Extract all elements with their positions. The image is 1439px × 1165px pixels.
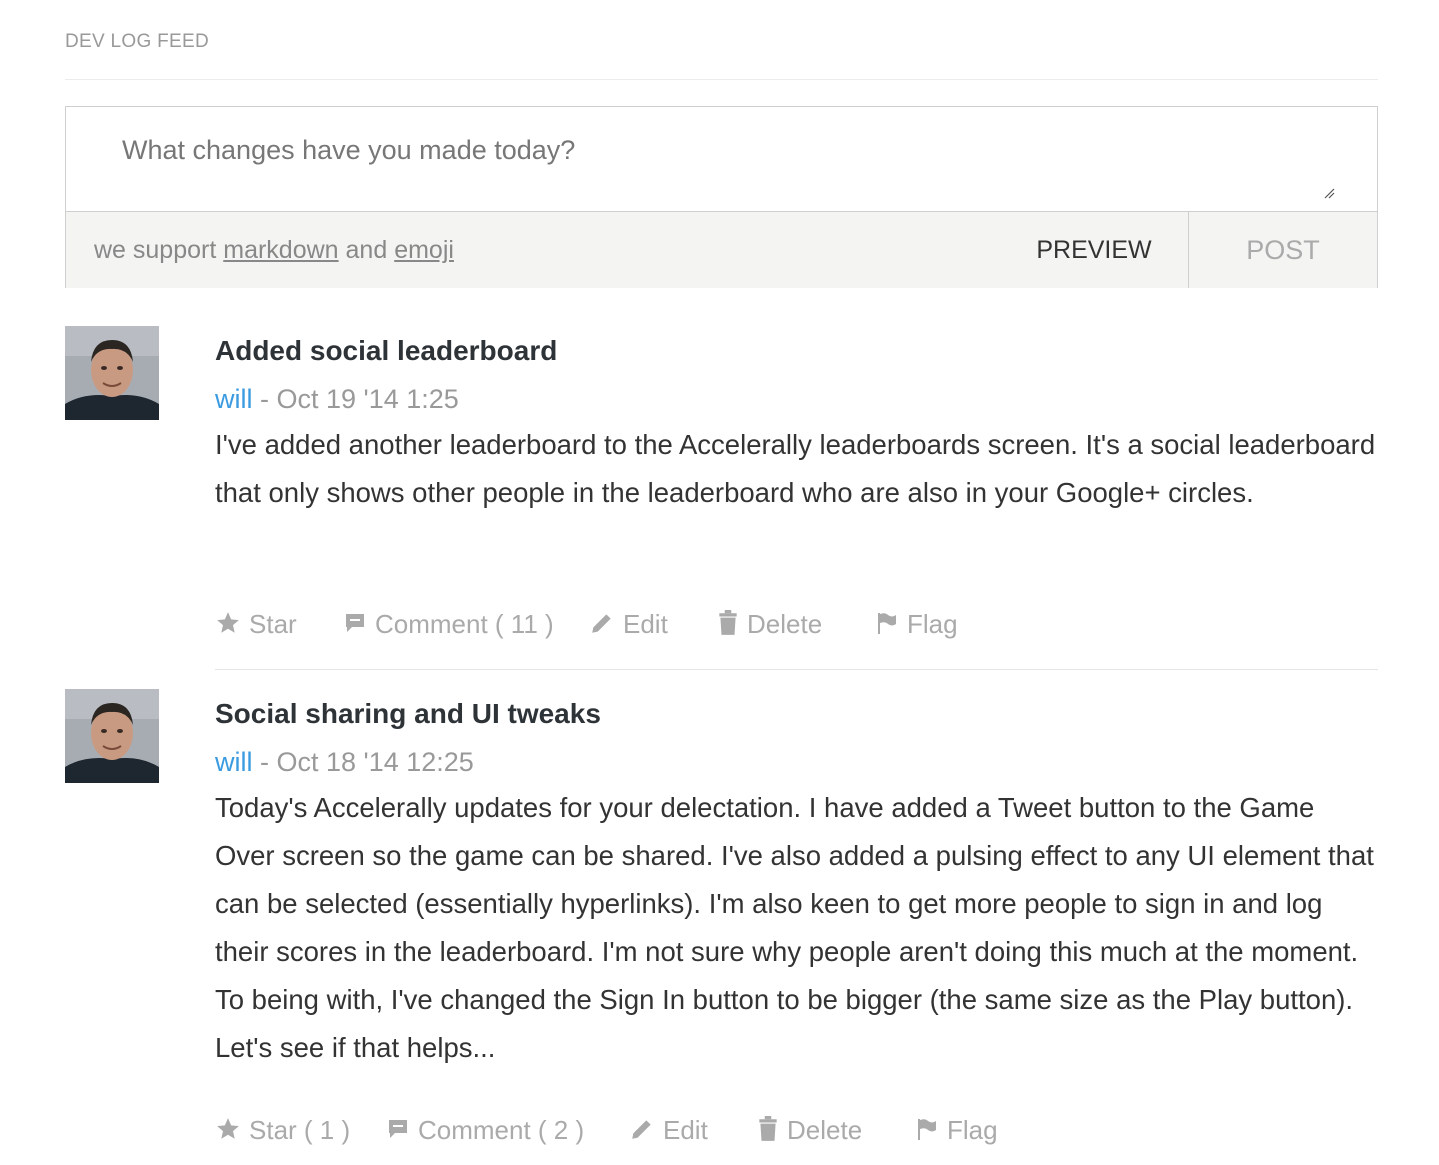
comment-label: Comment ( 2 ) <box>418 1115 585 1145</box>
flag-button[interactable]: Flag <box>915 1110 998 1150</box>
user-photo-icon <box>65 689 159 783</box>
post-composer: we support markdown and emoji PREVIEW PO… <box>65 106 1378 288</box>
flag-label: Flag <box>947 1115 998 1145</box>
comment-button[interactable]: Comment ( 11 ) <box>343 604 554 644</box>
comment-label: Comment ( 11 ) <box>375 609 554 639</box>
user-photo-icon <box>65 326 159 420</box>
delete-button[interactable]: Delete <box>757 1110 862 1150</box>
trash-icon <box>759 1116 777 1142</box>
composer-toolbar: we support markdown and emoji PREVIEW PO… <box>66 211 1377 288</box>
resize-handle-icon[interactable] <box>1323 187 1335 199</box>
edit-label: Edit <box>623 609 668 639</box>
flag-icon <box>918 1119 936 1141</box>
star-button[interactable]: Star <box>215 604 297 644</box>
delete-label: Delete <box>747 609 823 639</box>
dev-log-feed: DEV LOG FEED we support markdown and emo… <box>65 0 1378 288</box>
post-title[interactable]: Added social leaderboard <box>215 325 1378 377</box>
post-button[interactable]: POST <box>1188 212 1377 288</box>
trash-icon <box>719 610 737 636</box>
section-title: DEV LOG FEED <box>65 31 210 52</box>
preview-button[interactable]: PREVIEW <box>999 212 1189 288</box>
flag-label: Flag <box>907 609 958 639</box>
post-body: Added social leaderboard will - Oct 19 '… <box>215 326 1378 517</box>
post-date: - Oct 18 '14 12:25 <box>260 747 474 777</box>
post-divider <box>215 669 1378 670</box>
post-content: Today's Accelerally updates for your del… <box>215 792 1374 1063</box>
pencil-icon <box>592 614 611 633</box>
delete-button[interactable]: Delete <box>717 604 822 644</box>
post-meta: will - Oct 18 '14 12:25 <box>215 740 1378 784</box>
markdown-support-note: we support markdown and emoji <box>94 212 454 288</box>
divider <box>65 79 1378 80</box>
post-meta: will - Oct 19 '14 1:25 <box>215 377 1378 421</box>
support-and: and <box>345 236 388 264</box>
star-label: Star <box>249 609 297 639</box>
author-link[interactable]: will <box>215 384 253 414</box>
author-link[interactable]: will <box>215 747 253 777</box>
post-content: I've added another leaderboard to the Ac… <box>215 429 1376 508</box>
post-title[interactable]: Social sharing and UI tweaks <box>215 688 1378 740</box>
pencil-icon <box>632 1120 651 1139</box>
star-button[interactable]: Star ( 1 ) <box>215 1110 350 1150</box>
avatar[interactable] <box>65 689 159 783</box>
star-icon <box>217 612 239 633</box>
star-label: Star ( 1 ) <box>249 1115 351 1145</box>
edit-label: Edit <box>663 1115 708 1145</box>
support-prefix: we support <box>94 236 217 264</box>
star-icon <box>217 1118 239 1139</box>
flag-button[interactable]: Flag <box>875 604 958 644</box>
delete-label: Delete <box>787 1115 863 1145</box>
comment-button[interactable]: Comment ( 2 ) <box>386 1110 584 1150</box>
markdown-link[interactable]: markdown <box>223 236 338 264</box>
post-body: Social sharing and UI tweaks will - Oct … <box>215 689 1378 1072</box>
changes-input[interactable] <box>66 107 1377 211</box>
flag-icon <box>878 613 896 635</box>
emoji-link[interactable]: emoji <box>394 236 454 264</box>
post-date: - Oct 19 '14 1:25 <box>260 384 459 414</box>
edit-button[interactable]: Edit <box>629 1110 708 1150</box>
comment-icon <box>346 614 364 633</box>
edit-button[interactable]: Edit <box>589 604 668 644</box>
comment-icon <box>389 1120 407 1139</box>
avatar[interactable] <box>65 326 159 420</box>
